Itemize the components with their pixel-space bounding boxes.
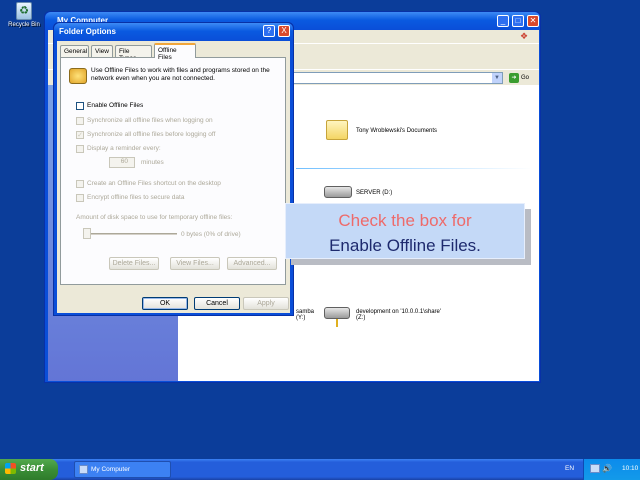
group-divider (296, 168, 532, 169)
sync-on-logon-checkbox[interactable] (76, 117, 84, 125)
offline-files-description: Use Offline Files to work with files and… (91, 67, 270, 82)
cancel-button[interactable]: Cancel (194, 297, 240, 310)
folder-options-dialog: Folder Options ? X General View File Typ… (53, 22, 294, 316)
help-button[interactable]: ? (263, 25, 275, 37)
callout-line-1: Check the box for (338, 211, 472, 230)
callout-line-2: Enable Offline Files. (329, 236, 481, 255)
recycle-bin-icon: ♻ (16, 2, 32, 20)
start-button[interactable]: start (0, 459, 58, 480)
system-tray: 🔊 10:10 (583, 459, 640, 480)
network-cable-icon (336, 319, 338, 327)
hard-drive-icon (324, 186, 352, 198)
disk-space-value: 0 bytes (0% of drive) (181, 231, 241, 238)
apply-button[interactable]: Apply (243, 297, 289, 310)
offline-files-icon (69, 68, 87, 84)
delete-files-button[interactable]: Delete Files... (109, 257, 159, 270)
enable-offline-files-label[interactable]: Enable Offline Files (87, 102, 143, 109)
tab-offline-files[interactable]: Offline Files (154, 43, 196, 61)
address-dropdown-icon[interactable]: ▼ (492, 73, 502, 83)
maximize-button[interactable]: □ (512, 15, 524, 27)
reminder-checkbox[interactable] (76, 145, 84, 153)
dialog-close-button[interactable]: X (278, 25, 290, 37)
address-input[interactable]: ▼ (288, 72, 503, 84)
offline-files-page: Use Offline Files to work with files and… (60, 57, 286, 285)
network-tray-icon[interactable] (590, 464, 600, 473)
reminder-minutes-spinner[interactable]: 60 (109, 157, 135, 168)
go-button[interactable]: ➜ Go (509, 72, 537, 84)
recycle-bin-label: Recycle Bin (8, 22, 40, 28)
recycle-bin-desktop-icon[interactable]: ♻ Recycle Bin (4, 2, 44, 28)
advanced-button[interactable]: Advanced... (227, 257, 277, 270)
enable-offline-files-checkbox[interactable] (76, 102, 84, 110)
desktop-shortcut-checkbox[interactable] (76, 180, 84, 188)
tab-file-types[interactable]: File Types (115, 45, 152, 62)
disk-space-slider-track (83, 233, 177, 235)
language-indicator[interactable]: EN (565, 465, 574, 472)
tab-view[interactable]: View (91, 45, 113, 57)
clock[interactable]: 10:10 (622, 465, 638, 472)
taskbar-item-my-computer[interactable]: My Computer (74, 461, 171, 478)
folder-icon (326, 120, 348, 140)
disk-space-slider-thumb[interactable] (83, 228, 91, 239)
network-drive-icon (324, 307, 350, 319)
my-computer-icon (79, 465, 88, 474)
sync-on-logoff-checkbox[interactable] (76, 131, 84, 139)
instruction-callout: Check the box for Enable Offline Files. (285, 203, 525, 259)
tab-general[interactable]: General (60, 45, 89, 57)
view-files-button[interactable]: View Files... (170, 257, 220, 270)
go-arrow-icon: ➜ (509, 73, 519, 83)
disk-space-label: Amount of disk space to use for temporar… (76, 214, 233, 221)
dialog-title: Folder Options (54, 23, 293, 41)
volume-icon[interactable]: 🔊 (602, 464, 612, 473)
windows-flag-icon (5, 463, 16, 474)
windows-logo-icon: ❖ (520, 31, 529, 41)
minimize-button[interactable]: _ (497, 15, 509, 27)
taskbar: start My Computer EN 🔊 10:10 (0, 459, 640, 480)
close-window-button[interactable]: ✕ (527, 15, 539, 27)
encrypt-checkbox[interactable] (76, 194, 84, 202)
dialog-body: General View File Types Offline Files Us… (57, 41, 290, 313)
ok-button[interactable]: OK (142, 297, 188, 310)
